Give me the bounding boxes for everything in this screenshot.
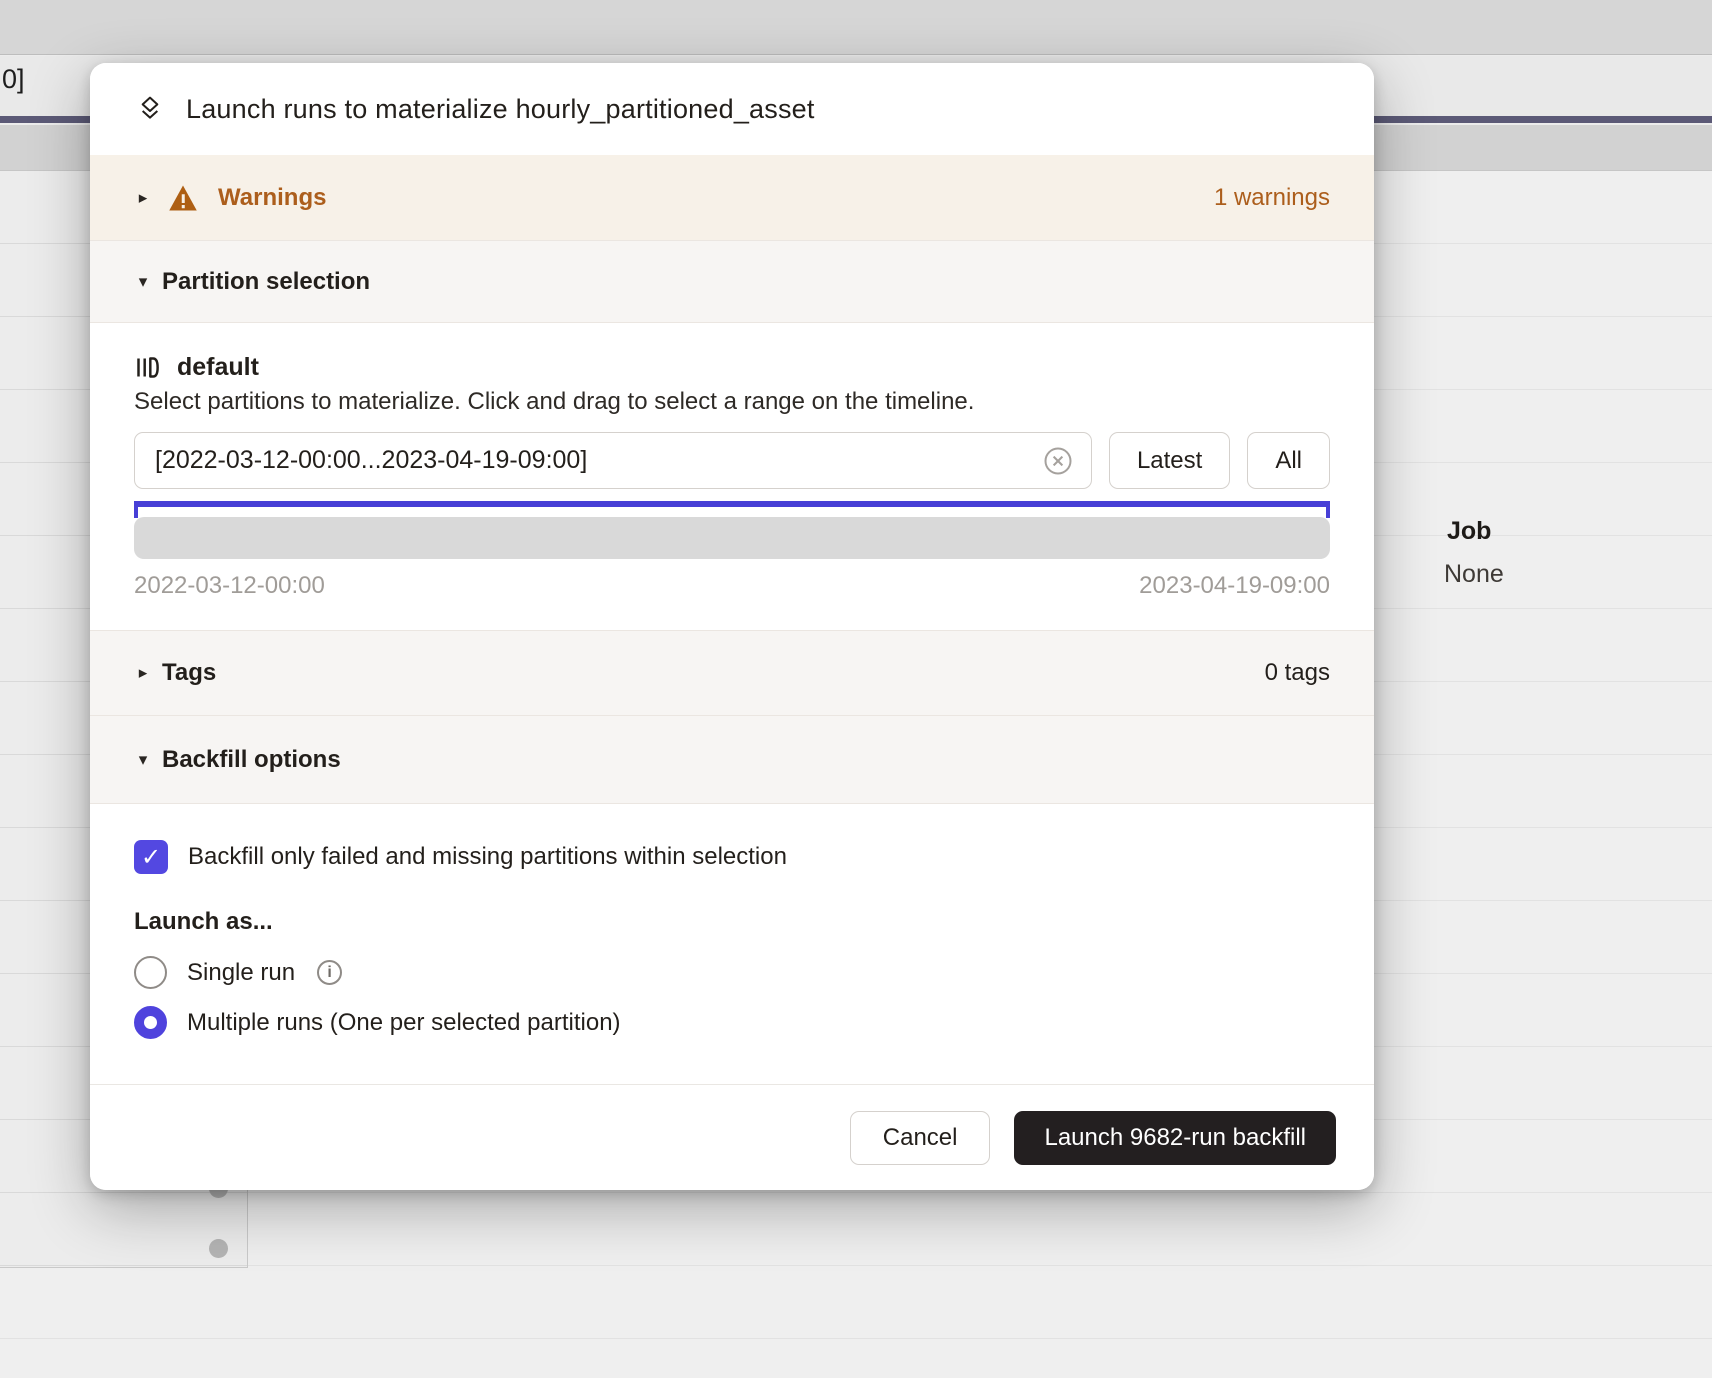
backfill-options-body: ✓ Backfill only failed and missing parti… <box>90 803 1374 1084</box>
partition-instructions: Select partitions to materialize. Click … <box>134 388 1330 416</box>
clear-input-icon[interactable] <box>1043 446 1073 476</box>
launch-backfill-button[interactable]: Launch 9682-run backfill <box>1014 1111 1336 1165</box>
partition-set-icon <box>134 354 161 381</box>
dialog-header: Launch runs to materialize hourly_partit… <box>90 63 1374 155</box>
timeline-end-date: 2023-04-19-09:00 <box>1139 572 1330 600</box>
backfill-checkbox-label: Backfill only failed and missing partiti… <box>188 843 787 871</box>
background-text-fragment: 0] <box>2 64 25 95</box>
backfill-failed-missing-checkbox-row[interactable]: ✓ Backfill only failed and missing parti… <box>134 840 1330 874</box>
chevron-right-icon: ▸ <box>134 188 152 208</box>
partition-selection-toggle[interactable]: ▾ Partition selection <box>90 240 1374 322</box>
partition-range-value: [2022-03-12-00:00...2023-04-19-09:00] <box>155 446 587 475</box>
launch-as-label: Launch as... <box>134 908 1330 936</box>
radio-unchecked-icon[interactable] <box>134 956 167 989</box>
chevron-down-icon: ▾ <box>134 750 152 770</box>
dialog-footer: Cancel Launch 9682-run backfill <box>90 1084 1374 1190</box>
background-top-bar <box>0 0 1712 55</box>
tags-section-toggle[interactable]: ▸ Tags 0 tags <box>90 630 1374 715</box>
radio-checked-icon[interactable] <box>134 1006 167 1039</box>
backfill-options-toggle[interactable]: ▾ Backfill options <box>90 715 1374 803</box>
multiple-runs-radio-row[interactable]: Multiple runs (One per selected partitio… <box>134 1006 1330 1039</box>
single-run-label: Single run <box>187 959 295 987</box>
tags-title: Tags <box>162 659 216 687</box>
timeline-start-date: 2022-03-12-00:00 <box>134 572 325 600</box>
status-dot <box>209 1239 228 1258</box>
job-column-header: Job <box>1447 517 1491 546</box>
all-button[interactable]: All <box>1247 432 1330 489</box>
checkbox-checked-icon[interactable]: ✓ <box>134 840 168 874</box>
dialog-title: Launch runs to materialize hourly_partit… <box>186 94 815 125</box>
job-column-value: None <box>1444 560 1504 589</box>
partition-selection-title: Partition selection <box>162 268 370 296</box>
partition-range-input[interactable]: [2022-03-12-00:00...2023-04-19-09:00] <box>134 432 1092 489</box>
materialize-layers-icon <box>134 93 166 125</box>
chevron-right-icon: ▸ <box>134 663 152 683</box>
backfill-options-title: Backfill options <box>162 746 341 774</box>
warning-triangle-icon <box>168 184 198 212</box>
warnings-section-toggle[interactable]: ▸ Warnings 1 warnings <box>90 155 1374 240</box>
warnings-label: Warnings <box>218 184 326 212</box>
latest-button[interactable]: Latest <box>1109 432 1230 489</box>
launch-backfill-dialog: Launch runs to materialize hourly_partit… <box>90 63 1374 1190</box>
multiple-runs-label: Multiple runs (One per selected partitio… <box>187 1009 621 1037</box>
single-run-radio-row[interactable]: Single run i <box>134 956 1330 989</box>
chevron-down-icon: ▾ <box>134 272 152 292</box>
info-icon[interactable]: i <box>317 960 342 985</box>
partition-dimension-name: default <box>177 353 259 382</box>
partition-timeline[interactable] <box>134 517 1330 559</box>
partition-selection-body: default Select partitions to materialize… <box>90 322 1374 630</box>
partition-selection-range-bar[interactable] <box>134 501 1330 507</box>
warnings-count: 1 warnings <box>1214 184 1330 212</box>
cancel-button[interactable]: Cancel <box>850 1111 991 1165</box>
tags-count: 0 tags <box>1265 659 1330 687</box>
